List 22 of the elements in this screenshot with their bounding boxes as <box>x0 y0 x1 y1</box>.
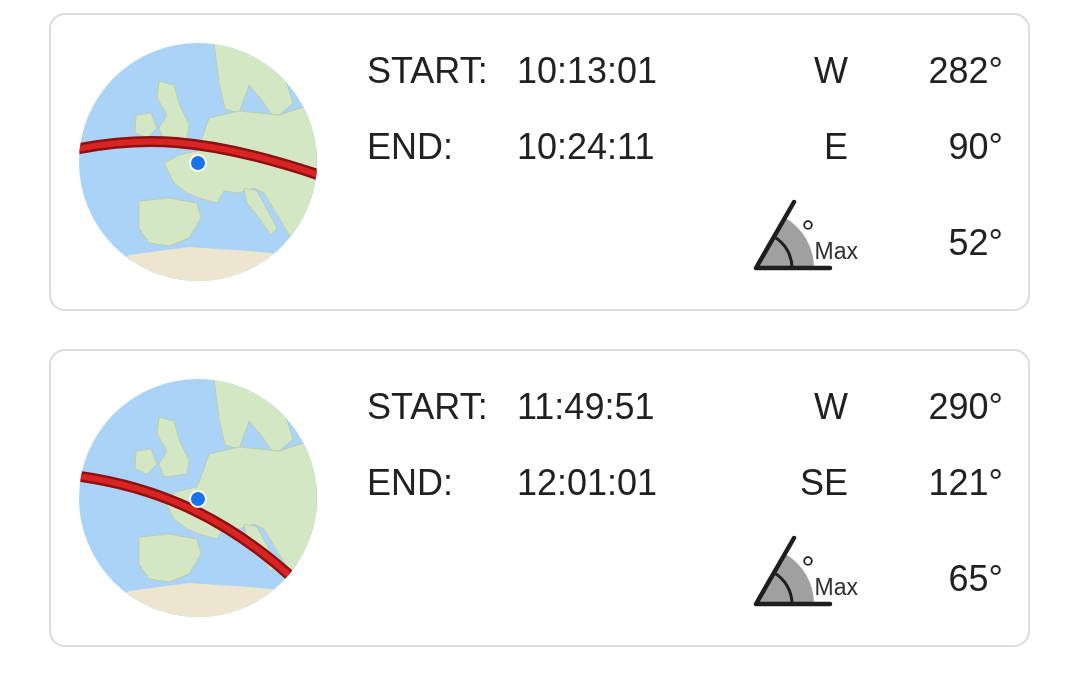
max-elevation-value: 65° <box>948 556 1003 600</box>
start-time: 10:13:01 <box>517 49 658 93</box>
end-direction: E <box>824 125 848 169</box>
start-label: START: <box>367 385 488 429</box>
start-direction: W <box>814 49 848 93</box>
end-azimuth: 121° <box>928 461 1003 505</box>
start-direction: W <box>814 385 848 429</box>
end-direction: SE <box>799 461 848 505</box>
max-label: Max <box>814 575 858 599</box>
start-azimuth: 290° <box>928 385 1003 429</box>
pass-card[interactable]: START: 10:13:01 W 282° END: 10:24:11 E 90° Max 52° <box>49 13 1030 311</box>
end-label: END: <box>367 125 453 169</box>
end-time: 10:24:11 <box>517 125 655 169</box>
pass-card[interactable]: START: 11:49:51 W 290° END: 12:01:01 SE 121° Max 65° <box>49 349 1030 647</box>
max-label: Max <box>814 239 858 263</box>
end-time: 12:01:01 <box>517 461 658 505</box>
end-azimuth: 90° <box>948 125 1003 169</box>
start-azimuth: 282° <box>928 49 1003 93</box>
start-time: 11:49:51 <box>517 385 655 429</box>
start-label: START: <box>367 49 488 93</box>
end-label: END: <box>367 461 453 505</box>
max-elevation-value: 52° <box>948 220 1003 264</box>
